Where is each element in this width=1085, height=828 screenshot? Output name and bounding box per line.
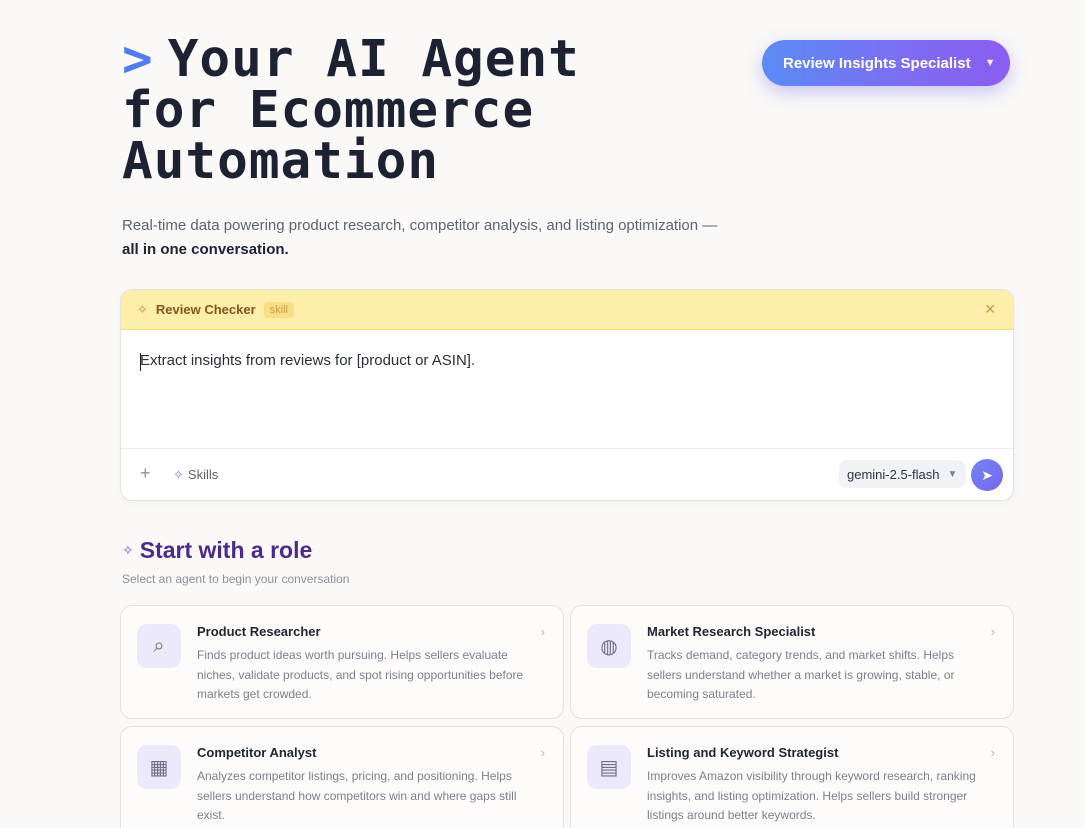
role-card-competitor-analyst[interactable]: ▦ Competitor Analyst Analyzes competitor… <box>120 726 564 828</box>
chevron-down-icon: ▼ <box>984 57 996 69</box>
plus-icon[interactable]: + <box>140 463 151 484</box>
hero-subtitle: Real-time data powering product research… <box>122 214 742 262</box>
hero-heading: > Your AI Agent for Ecommerce Automation <box>122 34 580 187</box>
skills-label: Skills <box>187 467 219 482</box>
hero-line-3: Automation <box>122 132 440 191</box>
composer-toolbar: + ✧ Skills gemini-2.5-flash ▼ ➤ <box>121 448 1013 500</box>
role-selector-button[interactable]: Review Insights Specialist ▼ <box>762 40 1010 86</box>
role-card-title: Market Research Specialist <box>647 624 816 639</box>
section-subtitle: Select an agent to begin your conversati… <box>122 572 350 586</box>
role-card-title: Competitor Analyst <box>197 745 317 760</box>
role-card-description: Finds product ideas worth pursuing. Help… <box>197 648 524 701</box>
active-skill-bar: ✧ Review Checker skill ✕ <box>121 290 1013 330</box>
model-label: gemini-2.5-flash <box>847 466 940 482</box>
storefront-icon: ▦ <box>137 745 181 789</box>
skills-button[interactable]: ✧ Skills <box>173 467 218 483</box>
chevron-right-icon: › <box>990 745 995 760</box>
role-card-description: Improves Amazon visibility through keywo… <box>647 769 976 822</box>
send-button[interactable]: ➤ <box>971 459 1003 491</box>
role-card-market-research[interactable]: ◍ Market Research Specialist Tracks dema… <box>570 605 1014 719</box>
chevron-right-icon: › <box>540 745 545 760</box>
role-card-title: Listing and Keyword Strategist <box>647 745 839 760</box>
section-title-text: Start with a role <box>139 537 313 563</box>
sparkle-icon: ✧ <box>173 467 184 482</box>
chevron-right-icon: › <box>540 624 545 639</box>
role-card-product-researcher[interactable]: ⌕ Product Researcher Finds product ideas… <box>120 605 564 719</box>
prompt-input[interactable]: Extract insights from reviews for [produ… <box>140 352 475 371</box>
subtitle-text: Real-time data powering product research… <box>122 217 718 234</box>
skill-tag: skill <box>263 301 294 318</box>
close-icon[interactable]: ✕ <box>984 301 996 318</box>
magic-wand-icon: ✧ <box>137 301 148 317</box>
magic-wand-icon: ✧ <box>122 542 134 558</box>
send-icon: ➤ <box>981 466 993 483</box>
chat-composer: ✧ Review Checker skill ✕ Extract insight… <box>120 289 1014 501</box>
chevron-right-icon: › <box>990 624 995 639</box>
skill-name: Review Checker <box>155 302 256 317</box>
role-card-description: Analyzes competitor listings, pricing, a… <box>197 769 517 822</box>
globe-icon: ◍ <box>587 624 631 668</box>
section-title: ✧ Start with a role <box>122 537 312 564</box>
role-card-description: Tracks demand, category trends, and mark… <box>647 648 955 701</box>
chevron-down-icon: ▼ <box>947 468 958 480</box>
document-search-icon: ▤ <box>587 745 631 789</box>
role-card-listing-keyword[interactable]: ▤ Listing and Keyword Strategist Improve… <box>570 726 1014 828</box>
model-select[interactable]: gemini-2.5-flash ▼ <box>839 460 966 488</box>
package-search-icon: ⌕ <box>137 624 181 668</box>
subtitle-emphasis: all in one conversation. <box>122 241 289 258</box>
hero-line-2: for Ecommerce <box>122 81 535 140</box>
role-selector-label: Review Insights Specialist <box>783 54 971 72</box>
role-card-title: Product Researcher <box>197 624 321 639</box>
